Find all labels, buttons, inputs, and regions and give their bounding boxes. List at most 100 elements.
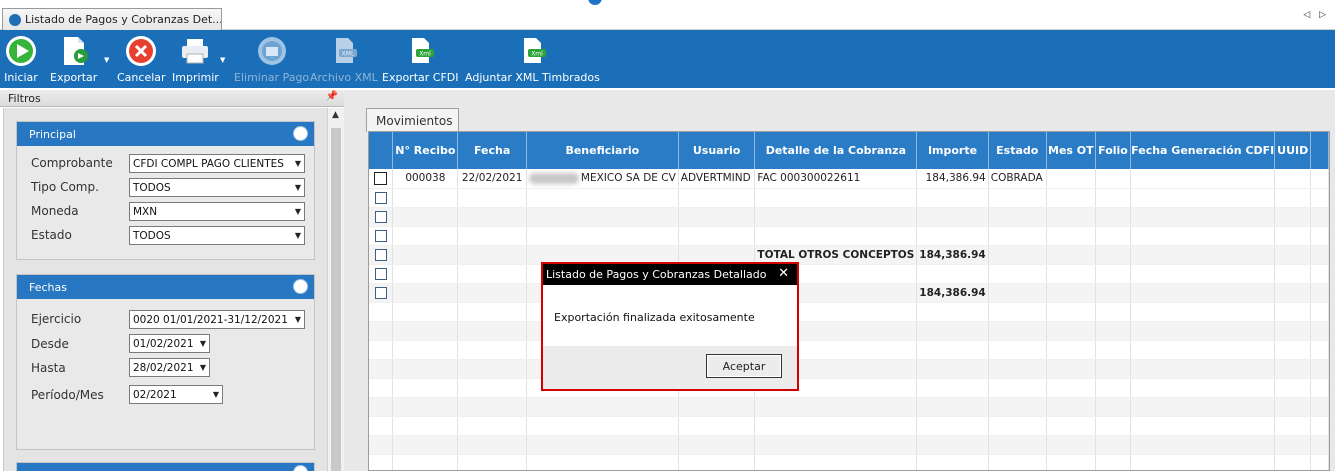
chevron-down-icon: ▼ [294,315,301,324]
chevron-down-icon: ▼ [199,339,206,348]
principal-group: Principal Comprobante CFDI COMPL PAGO CL… [16,121,315,260]
comprobante-label: Comprobante [31,156,113,170]
dialog-title: Listado de Pagos y Cobranzas Detallado [546,268,767,281]
column-header[interactable]: Fecha [457,132,527,169]
row-checkbox[interactable] [374,229,387,242]
collapse-icon[interactable] [293,126,308,141]
imprimir-dropdown-icon[interactable]: ▼ [220,56,225,64]
column-header[interactable]: Estado [988,132,1047,169]
periodo-label: Período/Mes [31,388,104,402]
table-header-row: N° Recibo Fecha Beneficiario Usuario Det… [369,132,1329,169]
total-value-cell: 184,386.94 [916,245,989,265]
column-header[interactable]: Fecha Generación CDFI [1130,132,1276,169]
table-row [369,302,1329,322]
ejercicio-select[interactable]: 0020 01/01/2021-31/12/2021 ▼ [129,310,305,329]
column-header[interactable]: UUID [1274,132,1312,169]
cancel-icon [124,34,158,68]
filters-scrollbar[interactable]: ▲ [327,108,344,471]
document-tab-strip: Listado de Pagos y Cobranzas Det... ◁ ▷ [0,0,1335,30]
moneda-label: Moneda [31,204,79,218]
additional-filter-group [16,462,315,471]
tab-scroll-arrows[interactable]: ◁ ▷ [1303,10,1329,20]
table-row [369,435,1329,455]
desde-date-picker[interactable]: 01/02/2021 ▼ [129,334,210,353]
chevron-down-icon: ▼ [294,207,301,216]
estado-label: Estado [31,228,72,242]
imprimir-button[interactable]: Imprimir [172,34,219,84]
estado-cell: COBRADA [988,169,1047,189]
row-checkbox[interactable] [374,267,387,280]
row-checkbox[interactable] [374,191,387,204]
chevron-down-icon: ▼ [294,231,301,240]
moneda-select[interactable]: MXN ▼ [129,202,305,221]
exportar-cfdi-button[interactable]: Xml Exportar CFDI [382,34,459,84]
column-header[interactable]: Beneficiario [526,132,679,169]
desde-label: Desde [31,337,69,351]
comprobante-select[interactable]: CFDI COMPL PAGO CLIENTES ▼ [129,154,305,173]
filters-panel-header: Filtros 📌 [0,90,344,107]
column-header[interactable]: Folio [1095,132,1132,169]
adjuntar-xml-button[interactable]: Xml Adjuntar XML Timbrados [465,34,600,84]
toolbar: Iniciar Exportar ▼ Cancelar Imprimir ▼ E… [0,30,1335,88]
iniciar-button[interactable]: Iniciar [4,34,38,84]
hasta-date-picker[interactable]: 28/02/2021 ▼ [129,358,210,377]
ejercicio-label: Ejercicio [31,312,82,326]
principal-group-header[interactable]: Principal [17,122,314,146]
tab-movimientos[interactable]: Movimientos [366,108,459,132]
table-row[interactable]: TOTAL OTROS CONCEPTOS 184,386.94 [369,245,1329,265]
pin-icon[interactable]: 📌 [326,91,338,102]
row-checkbox[interactable] [374,248,387,261]
tipo-comp-select[interactable]: TODOS ▼ [129,178,305,197]
additional-group-header[interactable] [17,463,314,471]
table-row [369,321,1329,341]
table-row[interactable] [369,264,1329,284]
row-checkbox[interactable] [374,210,387,223]
delete-payment-icon [255,34,289,68]
column-header[interactable]: Detalle de la Cobranza [754,132,918,169]
redacted-text [528,172,579,184]
collapse-icon[interactable] [293,279,308,294]
exportar-dropdown-icon[interactable]: ▼ [104,56,109,64]
archivo-xml-button[interactable]: XML Archivo XML [310,34,378,84]
select-column-header[interactable] [369,132,394,169]
chevron-down-icon: ▼ [294,159,301,168]
aceptar-button[interactable]: Aceptar [706,354,782,378]
table-row[interactable]: 000038 22/02/2021 MEXICO SA DE CV ADVERT… [369,169,1329,189]
beneficiario-cell: MEXICO SA DE CV [526,169,679,189]
chevron-down-icon: ▼ [199,363,206,372]
document-tab[interactable]: Listado de Pagos y Cobranzas Det... [2,8,222,30]
exportar-button[interactable]: Exportar [50,34,97,84]
movimientos-grid: N° Recibo Fecha Beneficiario Usuario Det… [368,131,1330,471]
scroll-thumb[interactable] [331,128,341,471]
table-row[interactable]: 184,386.94 [369,283,1329,303]
scroll-up-icon[interactable]: ▲ [332,110,339,120]
eliminar-pago-button[interactable]: Eliminar Pago [234,34,309,84]
chevron-down-icon: ▼ [212,390,219,399]
row-checkbox[interactable] [374,171,388,185]
table-row [369,378,1329,398]
collapse-icon[interactable] [293,465,308,471]
table-row[interactable] [369,188,1329,208]
table-row[interactable] [369,207,1329,227]
periodo-select[interactable]: 02/2021 ▼ [129,385,223,404]
dialog-title-bar[interactable]: Listado de Pagos y Cobranzas Detallado ✕ [543,264,797,285]
printer-icon [178,34,212,68]
close-icon[interactable]: ✕ [778,266,789,281]
column-header[interactable]: N° Recibo [392,132,459,169]
column-header[interactable]: Usuario [678,132,756,169]
xml-export-icon: Xml [403,34,437,68]
table-row [369,454,1329,470]
cancelar-button[interactable]: Cancelar [117,34,166,84]
column-header[interactable]: Mes OT [1046,132,1096,169]
fechas-group-title: Fechas [29,281,67,294]
estado-select[interactable]: TODOS ▼ [129,226,305,245]
document-tab-title: Listado de Pagos y Cobranzas Det... [25,13,222,26]
export-complete-dialog: Listado de Pagos y Cobranzas Detallado ✕… [541,262,799,391]
row-checkbox[interactable] [374,286,387,299]
export-document-icon [57,34,91,68]
table-row [369,416,1329,436]
column-header[interactable]: Importe [916,132,989,169]
table-row[interactable] [369,226,1329,246]
fechas-group-header[interactable]: Fechas [17,275,314,299]
hasta-label: Hasta [31,361,66,375]
